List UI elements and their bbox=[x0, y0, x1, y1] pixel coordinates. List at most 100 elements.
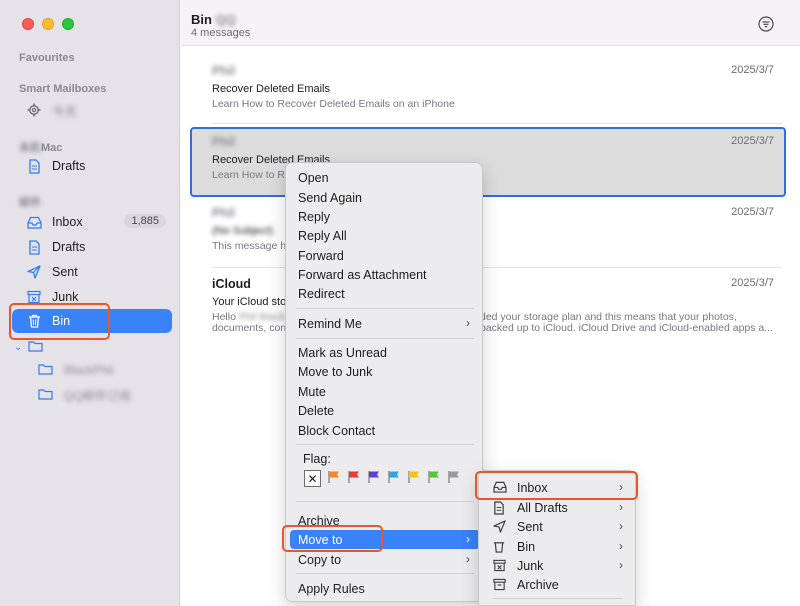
section-account[interactable]: 邮件 bbox=[19, 194, 41, 210]
sidebar-item-label: Sent bbox=[52, 265, 78, 279]
mailbox-title: Bin QQ bbox=[191, 12, 236, 27]
folder-icon bbox=[28, 340, 43, 355]
menu-item-delete[interactable]: Delete bbox=[290, 401, 480, 420]
zoom-window-button[interactable] bbox=[62, 18, 74, 30]
section-mac[interactable]: 本机Mac bbox=[19, 139, 62, 155]
close-window-button[interactable] bbox=[22, 18, 34, 30]
tray-icon bbox=[26, 214, 42, 230]
flag-gray-icon[interactable] bbox=[447, 470, 461, 487]
flag-green-icon[interactable] bbox=[427, 470, 441, 487]
chevron-right-icon: › bbox=[619, 539, 623, 553]
callout-inbox-highlight bbox=[475, 471, 638, 500]
sidebar-folder-1[interactable]: BlackPhil bbox=[38, 359, 172, 381]
menu-item-forward[interactable]: Forward bbox=[290, 246, 480, 265]
menu-separator bbox=[296, 501, 474, 502]
message-preview: This message h bbox=[212, 240, 287, 252]
message-preview-line2b: backed up to iCloud. iCloud Drive and iC… bbox=[480, 322, 774, 334]
menu-separator bbox=[296, 308, 474, 309]
menu-item-mute[interactable]: Mute bbox=[290, 382, 480, 401]
submenu-item-label: Bin bbox=[517, 539, 536, 554]
message-sender: Phil bbox=[212, 64, 235, 78]
flag-blue-icon[interactable] bbox=[387, 470, 401, 487]
sidebar-item-smart-mailbox[interactable]: 今天 bbox=[12, 98, 172, 122]
flag-red-icon[interactable] bbox=[347, 470, 361, 487]
document-icon bbox=[26, 158, 42, 174]
submenu-item-bin[interactable]: Bin › bbox=[483, 537, 633, 556]
menu-item-copy-to[interactable]: Copy to › bbox=[290, 550, 480, 569]
message-preview: Learn How to Recover Deleted Emails on a… bbox=[212, 98, 455, 110]
flag-orange-icon[interactable] bbox=[327, 470, 341, 487]
message-sender: Phil bbox=[212, 135, 235, 149]
mailbox-title-blurred: QQ bbox=[215, 12, 236, 27]
clear-flag-button[interactable]: ✕ bbox=[304, 470, 321, 487]
message-preview-line2a: documents, con bbox=[212, 322, 287, 334]
section-favourites[interactable]: Favourites bbox=[19, 52, 75, 64]
menu-item-reply[interactable]: Reply bbox=[290, 207, 480, 226]
sidebar-item-drafts[interactable]: Drafts bbox=[12, 235, 172, 259]
message-date: 2025/3/7 bbox=[731, 277, 774, 289]
section-smart-mailboxes[interactable]: Smart Mailboxes bbox=[19, 83, 106, 95]
menu-item-label: Copy to bbox=[298, 552, 342, 567]
sidebar-item-label: Drafts bbox=[52, 159, 86, 173]
flag-picker: ✕ bbox=[304, 470, 461, 487]
menu-item-block-contact[interactable]: Block Contact bbox=[290, 421, 480, 440]
message-count: 4 messages bbox=[191, 27, 251, 39]
flag-purple-icon[interactable] bbox=[367, 470, 381, 487]
window-controls bbox=[22, 18, 74, 30]
trash-icon bbox=[493, 540, 507, 554]
menu-separator bbox=[296, 573, 474, 574]
menu-item-reply-all[interactable]: Reply All bbox=[290, 226, 480, 245]
submenu-item-archive[interactable]: Archive bbox=[483, 575, 633, 594]
paper-plane-icon bbox=[493, 519, 507, 534]
menu-item-remind-me[interactable]: Remind Me › bbox=[290, 314, 480, 333]
menu-item-label: Remind Me bbox=[298, 316, 362, 331]
menu-item-apply-rules[interactable]: Apply Rules bbox=[290, 579, 480, 598]
callout-move-to-highlight bbox=[282, 525, 383, 552]
section-mac-prefix: 本机 bbox=[19, 142, 41, 154]
menu-item-send-again[interactable]: Send Again bbox=[290, 188, 480, 207]
message-row[interactable]: Phil 2025/3/7 Recover Deleted Emails Lea… bbox=[190, 56, 786, 126]
menu-item-forward-attachment[interactable]: Forward as Attachment bbox=[290, 265, 480, 284]
message-row-selected[interactable]: Phil 2025/3/7 Recover Deleted Emails Lea… bbox=[190, 127, 786, 197]
message-date: 2025/3/7 bbox=[731, 64, 774, 76]
menu-separator bbox=[296, 338, 474, 339]
menu-item-move-to-junk[interactable]: Move to Junk bbox=[290, 362, 480, 381]
message-subject: Recover Deleted Emails bbox=[212, 83, 330, 95]
flag-yellow-icon[interactable] bbox=[407, 470, 421, 487]
document-icon bbox=[493, 500, 507, 515]
row-divider bbox=[212, 123, 782, 124]
message-row[interactable]: Phil 2025/3/7 (No Subject) This message … bbox=[190, 198, 786, 268]
submenu-item-junk[interactable]: Junk › bbox=[483, 556, 633, 575]
sidebar-item-label: Junk bbox=[52, 290, 79, 304]
chevron-right-icon: › bbox=[466, 316, 470, 330]
gear-icon bbox=[26, 102, 42, 118]
chevron-right-icon: › bbox=[466, 552, 470, 566]
message-list-header: Bin QQ 4 messages bbox=[181, 0, 800, 46]
message-subject: (No Subject) bbox=[212, 225, 274, 237]
archive-box-icon bbox=[493, 578, 507, 592]
submenu-item-label: All Drafts bbox=[517, 500, 568, 515]
sidebar-item-label: Drafts bbox=[52, 240, 86, 254]
chevron-right-icon: › bbox=[466, 532, 470, 546]
message-date: 2025/3/7 bbox=[731, 206, 774, 218]
sidebar-item-sent[interactable]: Sent bbox=[12, 260, 172, 284]
submenu-item-sent[interactable]: Sent › bbox=[483, 517, 633, 536]
message-preview: Learn How to Re bbox=[212, 169, 291, 181]
menu-item-mark-unread[interactable]: Mark as Unread bbox=[290, 343, 480, 362]
filter-icon[interactable] bbox=[758, 16, 774, 32]
minimize-window-button[interactable] bbox=[42, 18, 54, 30]
sidebar-folder-2[interactable]: QQ邮件订阅 bbox=[38, 384, 172, 406]
menu-item-redirect[interactable]: Redirect bbox=[290, 284, 480, 303]
chevron-down-icon[interactable]: ⌄ bbox=[14, 342, 22, 353]
sidebar-item-mac-drafts[interactable]: Drafts bbox=[12, 154, 172, 178]
sidebar-item-label: Inbox bbox=[52, 215, 83, 229]
paper-plane-icon bbox=[26, 264, 42, 280]
submenu-item-all-drafts[interactable]: All Drafts › bbox=[483, 498, 633, 517]
folder-icon bbox=[38, 388, 54, 402]
message-row[interactable]: iCloud 2025/3/7 Your iCloud stor Hello P… bbox=[190, 269, 786, 349]
menu-item-open[interactable]: Open bbox=[290, 168, 480, 187]
folder-group[interactable]: ⌄ bbox=[14, 340, 43, 355]
sidebar-item-inbox[interactable]: Inbox 1,885 bbox=[12, 210, 172, 234]
callout-bin-highlight bbox=[9, 303, 110, 340]
unread-count-badge: 1,885 bbox=[124, 214, 166, 228]
